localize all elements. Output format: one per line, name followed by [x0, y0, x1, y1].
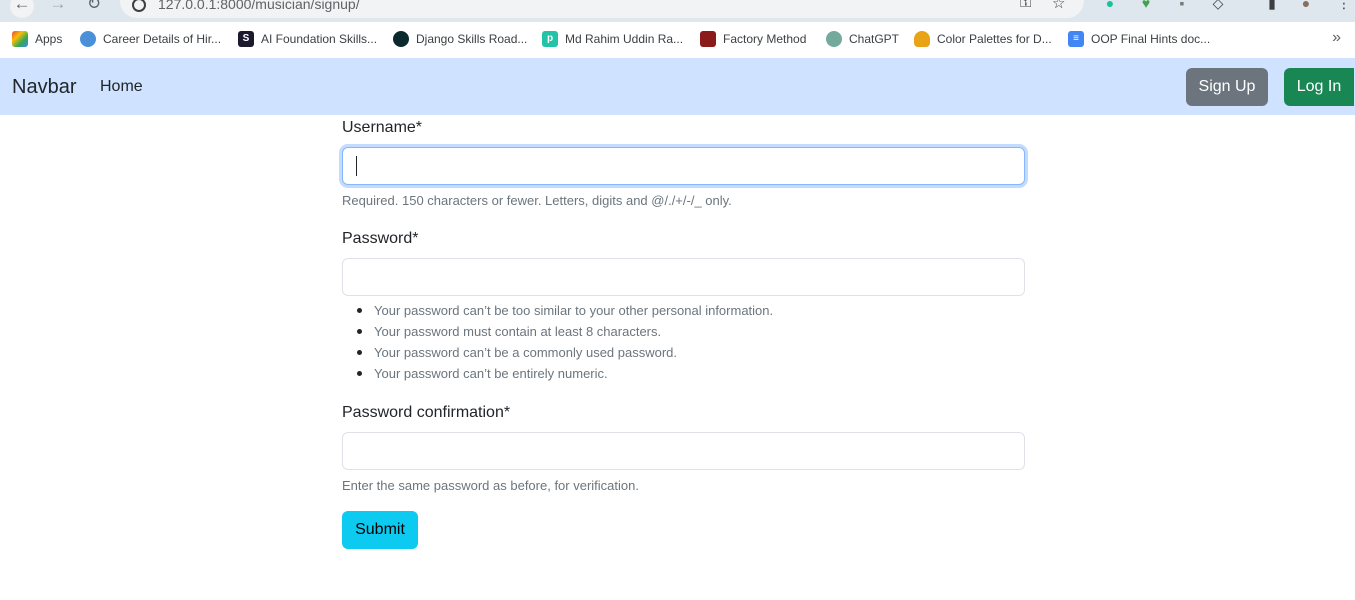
bookmark-label: AI Foundation Skills...: [261, 32, 378, 46]
apps-grid-icon: [12, 31, 28, 47]
profile-avatar-icon[interactable]: ●: [1296, 0, 1316, 14]
list-item: Your password must contain at least 8 ch…: [342, 322, 773, 343]
password-input[interactable]: [342, 258, 1025, 296]
forward-arrow-icon[interactable]: →: [46, 0, 70, 18]
bookmark-label: Color Palettes for D...: [937, 32, 1052, 46]
username-help-text: Required. 150 characters or fewer. Lette…: [342, 193, 732, 208]
site-info-icon[interactable]: [132, 0, 146, 12]
shield-extension-icon[interactable]: ♥: [1136, 0, 1156, 14]
docs-icon: ≡: [1068, 31, 1084, 47]
browser-toolbar: ← → ↻ 127.0.0.1:8000/musician/signup/ ⚿ …: [0, 0, 1355, 22]
p-logo-icon: p: [542, 31, 558, 47]
bookmark-career-details[interactable]: Career Details of Hir...: [80, 30, 221, 48]
grammarly-icon[interactable]: ●: [1100, 0, 1120, 14]
bookmark-label: Apps: [35, 32, 63, 46]
django-icon: [393, 31, 409, 47]
list-item: Your password can’t be a commonly used p…: [342, 343, 773, 364]
bookmark-label: OOP Final Hints doc...: [1091, 32, 1211, 46]
password-hints-list: Your password can’t be too similar to yo…: [342, 301, 773, 385]
navbar-brand[interactable]: Navbar: [12, 76, 76, 99]
text-caret: [356, 156, 357, 176]
username-label: Username*: [342, 119, 423, 136]
extension-icon[interactable]: ▪: [1172, 0, 1192, 14]
address-bar[interactable]: 127.0.0.1:8000/musician/signup/ ⚿ ☆: [120, 0, 1084, 18]
bookmark-label: Md Rahim Uddin Ra...: [565, 32, 684, 46]
bookmark-label: ChatGPT: [849, 32, 900, 46]
bookmark-label: Career Details of Hir...: [103, 32, 222, 46]
back-arrow-icon[interactable]: ←: [10, 0, 34, 18]
password-label: Password*: [342, 230, 419, 247]
password-key-icon[interactable]: ⚿: [1020, 0, 1031, 11]
s-logo-icon: S: [238, 31, 254, 47]
nav-link-home[interactable]: Home: [100, 78, 143, 96]
password-confirmation-help-text: Enter the same password as before, for v…: [342, 478, 639, 493]
submit-button[interactable]: Submit: [342, 511, 418, 549]
bookmark-label: Django Skills Road...: [416, 32, 528, 46]
navbar: Navbar Home Sign Up Log In: [0, 58, 1355, 115]
chatgpt-icon: [826, 31, 842, 47]
reload-icon[interactable]: ↻: [82, 0, 106, 18]
menu-kebab-icon[interactable]: ⋮: [1334, 0, 1354, 14]
bookmarks-bar: Apps Career Details of Hir... S AI Found…: [0, 22, 1355, 58]
factory-icon: [700, 31, 716, 47]
career-icon: [80, 31, 96, 47]
bookmark-md-rahim[interactable]: p Md Rahim Uddin Ra...: [542, 30, 683, 48]
palette-icon: [914, 31, 930, 47]
bookmark-color-palettes[interactable]: Color Palettes for D...: [914, 30, 1052, 48]
signup-button[interactable]: Sign Up: [1186, 68, 1268, 106]
bookmark-apps[interactable]: Apps: [12, 30, 62, 48]
list-item: Your password can’t be entirely numeric.: [342, 364, 773, 385]
more-bookmarks-icon[interactable]: »: [1332, 29, 1341, 47]
bookmark-django-skills[interactable]: Django Skills Road...: [393, 30, 527, 48]
password-confirmation-input[interactable]: [342, 432, 1025, 470]
bookmark-star-icon[interactable]: ☆: [1052, 0, 1065, 12]
bookmark-oop-final[interactable]: ≡ OOP Final Hints doc...: [1068, 30, 1210, 48]
list-item: Your password can’t be too similar to yo…: [342, 301, 773, 322]
url-text[interactable]: 127.0.0.1:8000/musician/signup/: [158, 0, 360, 12]
password-confirmation-label: Password confirmation*: [342, 404, 511, 421]
puzzle-icon[interactable]: ◇: [1208, 0, 1228, 14]
bookmark-factory-method[interactable]: Factory Method: [700, 30, 806, 48]
bookmark-label: Factory Method: [723, 32, 807, 46]
bookmark-ai-foundation[interactable]: S AI Foundation Skills...: [238, 30, 377, 48]
username-input[interactable]: [342, 147, 1025, 185]
bookmark-chatgpt[interactable]: ChatGPT: [826, 30, 899, 48]
side-panel-icon[interactable]: ▮: [1262, 0, 1282, 14]
login-button[interactable]: Log In: [1284, 68, 1354, 106]
